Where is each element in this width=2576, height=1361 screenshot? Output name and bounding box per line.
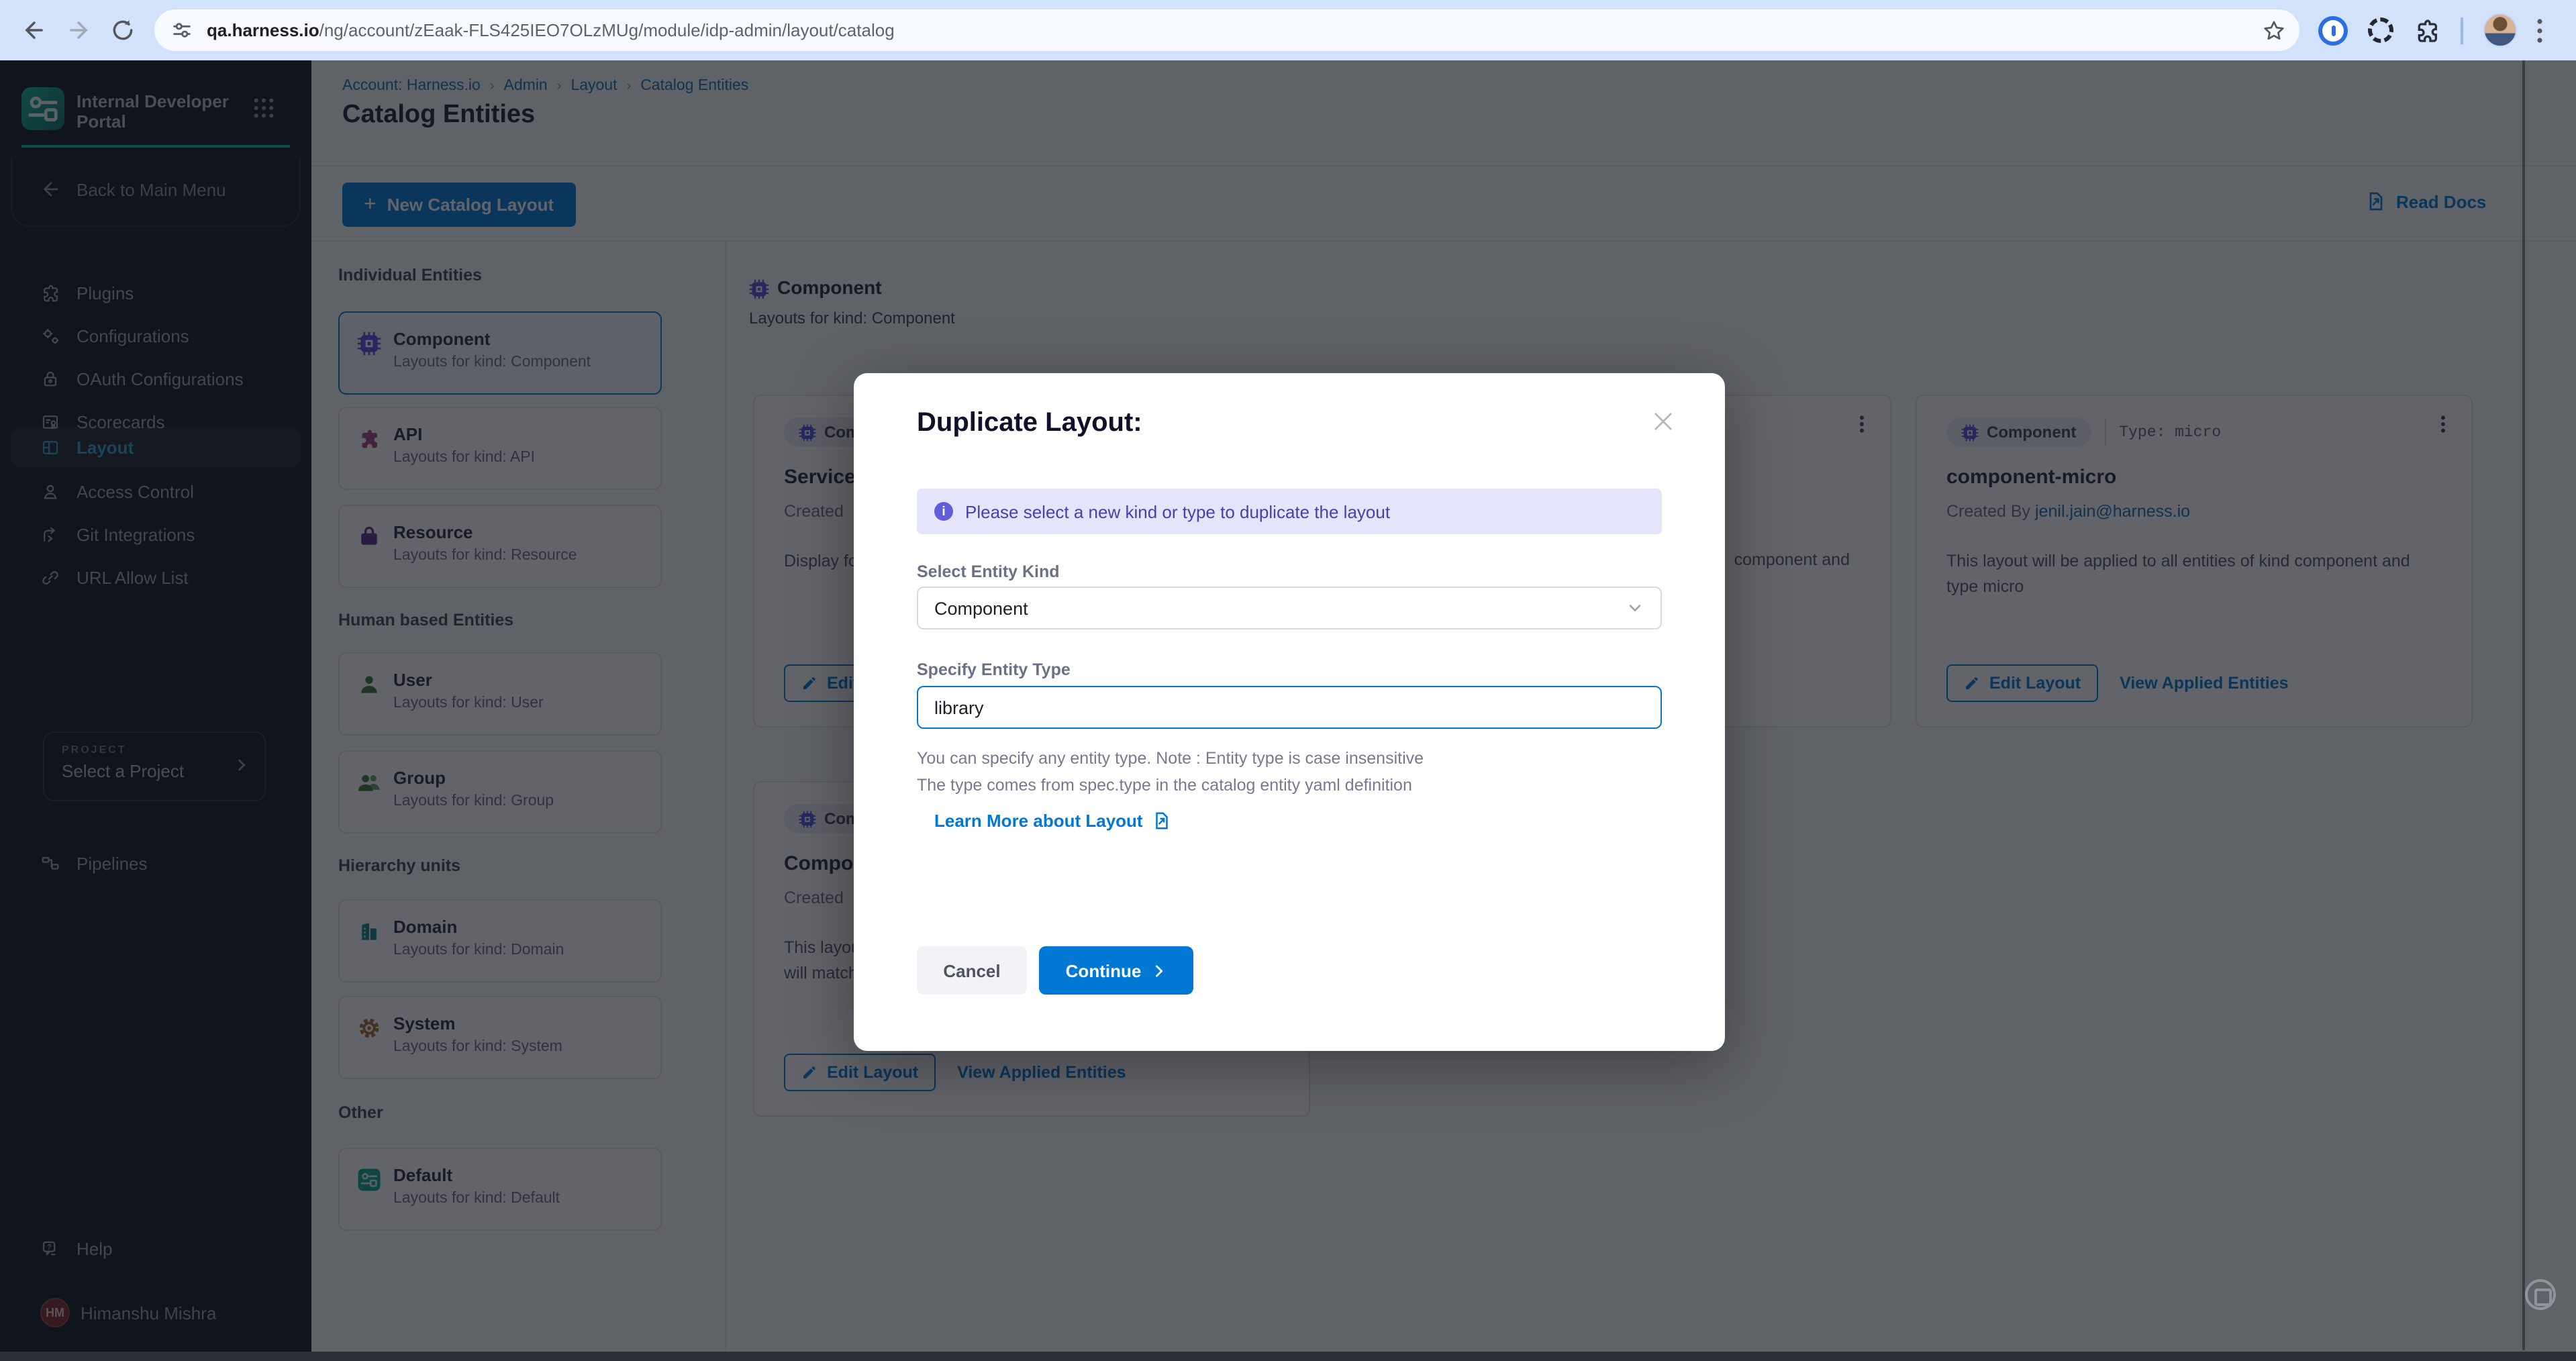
url-text: qa.harness.io/ng/account/zEaak-FLS425IEO…	[207, 20, 2262, 40]
browser-profile-avatar[interactable]	[2483, 13, 2516, 47]
kind-field-label: Select Entity Kind	[917, 562, 1060, 581]
loading-extension-icon[interactable]	[2368, 17, 2393, 43]
modal-title: Duplicate Layout:	[917, 408, 1142, 439]
browser-toolbar: qa.harness.io/ng/account/zEaak-FLS425IEO…	[0, 0, 2576, 60]
close-icon[interactable]	[1652, 411, 1674, 432]
continue-button[interactable]: Continue	[1039, 946, 1193, 995]
entity-type-input[interactable]	[917, 686, 1662, 729]
site-settings-icon[interactable]	[170, 19, 193, 42]
extensions-puzzle-icon[interactable]	[2414, 17, 2440, 44]
url-bar[interactable]: qa.harness.io/ng/account/zEaak-FLS425IEO…	[154, 9, 2299, 51]
type-note-line2: The type comes from spec.type in the cat…	[917, 776, 1412, 795]
chevron-right-icon	[1152, 963, 1167, 978]
type-field-label: Specify Entity Type	[917, 660, 1071, 679]
forward-icon[interactable]	[66, 17, 91, 43]
chevron-down-icon	[1626, 599, 1644, 617]
floating-widget-icon[interactable]	[2525, 1279, 2556, 1310]
info-icon: i	[934, 502, 953, 521]
doc-launch-icon	[1152, 811, 1173, 831]
window-bottom-edge	[0, 1352, 2576, 1361]
toolbar-divider	[2461, 17, 2463, 44]
type-note-line1: You can specify any entity type. Note : …	[917, 749, 1424, 768]
bookmark-star-icon[interactable]	[2262, 18, 2286, 42]
learn-more-link[interactable]: Learn More about Layout	[934, 811, 1173, 831]
browser-menu-icon[interactable]	[2536, 18, 2542, 42]
info-banner: i Please select a new kind or type to du…	[917, 489, 1662, 534]
back-icon[interactable]	[21, 17, 47, 43]
duplicate-layout-modal: Duplicate Layout: i Please select a new …	[854, 373, 1725, 1051]
cancel-button[interactable]: Cancel	[917, 946, 1027, 995]
reload-icon[interactable]	[110, 17, 136, 43]
entity-kind-select[interactable]: Component	[917, 587, 1662, 629]
screen: qa.harness.io/ng/account/zEaak-FLS425IEO…	[0, 0, 2576, 1361]
password-extension-icon[interactable]	[2318, 15, 2348, 45]
